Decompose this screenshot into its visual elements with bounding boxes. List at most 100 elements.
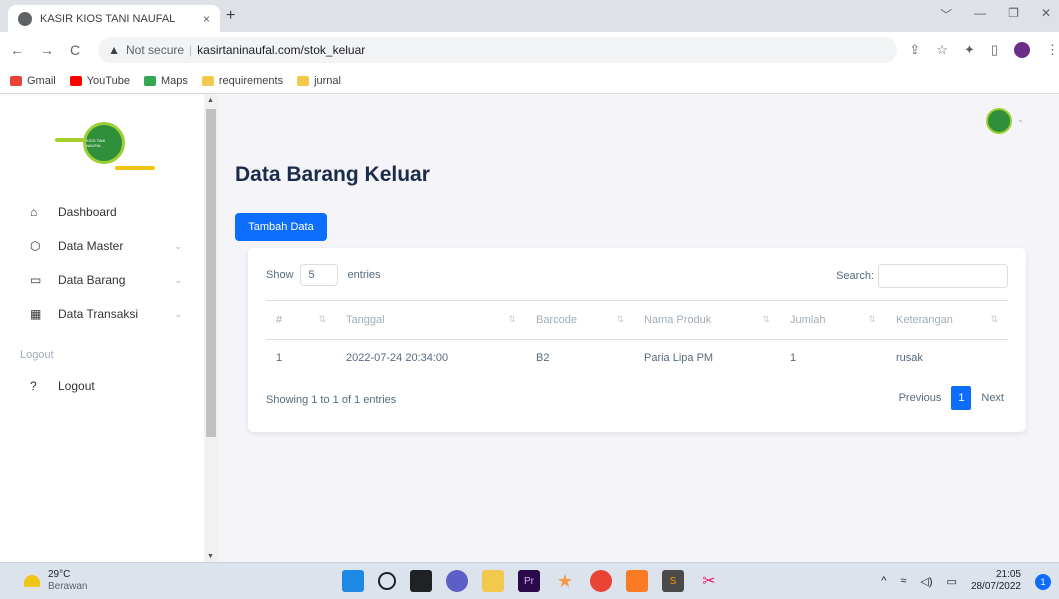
bookmark-star-icon[interactable]: ☆ bbox=[936, 42, 948, 58]
sidebar: KIOS TANI NAUFAL ⌂ Dashboard ⬡ Data Mast… bbox=[0, 95, 204, 562]
side-panel-icon[interactable]: ▯ bbox=[991, 42, 998, 58]
share-icon[interactable]: ⇪ bbox=[909, 42, 920, 58]
system-tray: ^ ≈ ◁) ▭ 21:05 28/07/2022 bbox=[881, 569, 1021, 593]
entries-length-control: Show 5 entries bbox=[266, 264, 381, 286]
address-bar-row: ← → C ▲ Not secure | kasirtaninaufal.com… bbox=[0, 32, 1059, 68]
omnibox[interactable]: ▲ Not secure | kasirtaninaufal.com/stok_… bbox=[98, 37, 898, 63]
avatar[interactable] bbox=[986, 108, 1012, 134]
premiere-icon[interactable]: Pr bbox=[518, 570, 540, 592]
cube-icon: ⬡ bbox=[30, 239, 41, 253]
sidebar-scrollbar[interactable]: ▲ ▼ bbox=[204, 95, 218, 562]
pagination-page-1[interactable]: 1 bbox=[951, 386, 972, 410]
column-header-number[interactable]: # ⇅ bbox=[266, 314, 336, 326]
extensions-icon[interactable]: ✦ bbox=[964, 42, 975, 58]
security-label[interactable]: Not secure bbox=[126, 43, 184, 57]
temperature: 29°C bbox=[48, 569, 71, 580]
grid-icon: ▦ bbox=[30, 307, 42, 321]
forward-button[interactable]: → bbox=[40, 42, 54, 58]
column-header-barcode[interactable]: Barcode ⇅ bbox=[526, 314, 634, 326]
column-header-jumlah[interactable]: Jumlah ⇅ bbox=[780, 314, 886, 326]
chat-icon[interactable] bbox=[446, 570, 468, 592]
weather-icon bbox=[24, 575, 40, 587]
sort-icon: ⇅ bbox=[616, 314, 624, 324]
restore-button[interactable]: ❐ bbox=[1008, 6, 1019, 23]
tab-search-icon[interactable]: ﹀ bbox=[940, 6, 952, 23]
globe-icon bbox=[18, 11, 32, 26]
sort-icon: ⇅ bbox=[762, 314, 770, 324]
bookmark-requirements[interactable]: requirements bbox=[201, 75, 283, 87]
sidebar-item-logout[interactable]: ? Logout bbox=[0, 369, 204, 403]
column-header-tanggal[interactable]: Tanggal ⇅ bbox=[336, 314, 526, 326]
logo[interactable]: KIOS TANI NAUFAL bbox=[55, 110, 155, 180]
add-data-button[interactable]: Tambah Data bbox=[235, 213, 327, 241]
back-button[interactable]: ← bbox=[10, 42, 24, 58]
star-app-icon[interactable]: ★ bbox=[554, 570, 576, 592]
sidebar-item-dashboard[interactable]: ⌂ Dashboard bbox=[0, 195, 204, 229]
xampp-icon[interactable] bbox=[626, 570, 648, 592]
pagination-previous[interactable]: Previous bbox=[895, 392, 946, 404]
nav-buttons: ← → C bbox=[10, 42, 80, 58]
column-header-keterangan[interactable]: Keterangan ⇅ bbox=[886, 314, 1008, 326]
sidebar-item-data-barang[interactable]: ▭ Data Barang ⌄ bbox=[0, 263, 204, 297]
table-cell: Paria Lipa PM bbox=[644, 352, 714, 364]
file-explorer-icon[interactable] bbox=[482, 570, 504, 592]
scrollbar-thumb[interactable] bbox=[206, 109, 216, 437]
profile-icon[interactable] bbox=[1014, 42, 1030, 58]
pagination: Previous 1 Next bbox=[895, 386, 1008, 410]
table-cell: 1 bbox=[276, 352, 283, 364]
table-cell: rusak bbox=[896, 352, 923, 364]
entries-label: entries bbox=[347, 269, 381, 281]
pagination-next[interactable]: Next bbox=[977, 392, 1008, 404]
search-icon[interactable] bbox=[378, 572, 396, 590]
tray-caret-icon[interactable]: ^ bbox=[881, 575, 886, 587]
chrome-icon[interactable] bbox=[590, 570, 612, 592]
youtube-icon bbox=[69, 75, 82, 86]
battery-icon[interactable]: ▭ bbox=[947, 575, 957, 588]
bookmark-youtube[interactable]: YouTube bbox=[69, 75, 130, 87]
clock[interactable]: 21:05 28/07/2022 bbox=[971, 569, 1021, 593]
clock-date: 28/07/2022 bbox=[970, 581, 1021, 592]
sort-icon: ⇅ bbox=[868, 314, 876, 324]
warning-icon[interactable]: ▲ bbox=[108, 43, 120, 57]
help-icon: ? bbox=[30, 379, 37, 393]
chevron-down-icon[interactable]: ⌄ bbox=[1017, 115, 1024, 124]
window-icon: ▭ bbox=[30, 273, 42, 287]
bookmark-gmail[interactable]: Gmail bbox=[10, 75, 56, 87]
notification-badge[interactable]: 1 bbox=[1035, 574, 1051, 590]
logo-stripe bbox=[115, 166, 155, 170]
sort-icon: ⇅ bbox=[318, 314, 326, 324]
taskbar-apps: Pr ★ S ✂ bbox=[342, 570, 720, 592]
sidebar-item-data-transaksi[interactable]: ▦ Data Transaksi ⌄ bbox=[0, 297, 204, 331]
scroll-up-arrow[interactable]: ▲ bbox=[207, 97, 214, 104]
close-window-button[interactable]: ✕ bbox=[1041, 6, 1051, 23]
bookmark-jurnal[interactable]: jurnal bbox=[297, 75, 341, 87]
snipping-icon[interactable]: ✂ bbox=[698, 570, 720, 592]
column-header-nama-produk[interactable]: Nama Produk ⇅ bbox=[634, 314, 780, 326]
minimize-button[interactable]: — bbox=[974, 6, 986, 23]
sidebar-item-label: Data Master bbox=[58, 239, 124, 253]
reload-button[interactable]: C bbox=[70, 42, 80, 58]
windows-start-icon[interactable] bbox=[342, 570, 364, 592]
browser-menu-icon[interactable]: ⋮ bbox=[1046, 42, 1059, 58]
sidebar-item-label: Data Transaksi bbox=[58, 307, 139, 321]
new-tab-button[interactable]: + bbox=[226, 7, 235, 25]
sublime-icon[interactable]: S bbox=[662, 570, 684, 592]
maps-icon bbox=[143, 75, 156, 86]
logo-badge: KIOS TANI NAUFAL bbox=[83, 122, 125, 164]
task-view-icon[interactable] bbox=[410, 570, 432, 592]
scroll-down-arrow[interactable]: ▼ bbox=[207, 553, 214, 560]
sort-icon: ⇅ bbox=[990, 314, 998, 324]
url-separator: | bbox=[189, 43, 193, 57]
sidebar-item-data-master[interactable]: ⬡ Data Master ⌄ bbox=[0, 229, 204, 263]
weather-widget[interactable]: 29°C Berawan bbox=[24, 569, 87, 593]
tab-kasir[interactable]: KASIR KIOS TANI NAUFAL × bbox=[8, 5, 220, 32]
volume-icon[interactable]: ◁) bbox=[920, 575, 932, 588]
table-cell: B2 bbox=[536, 352, 550, 364]
sidebar-item-label: Data Barang bbox=[58, 273, 126, 287]
close-tab-icon[interactable]: × bbox=[203, 12, 210, 26]
bookmark-maps[interactable]: Maps bbox=[143, 75, 188, 87]
url-text[interactable]: kasirtaninaufal.com/stok_keluar bbox=[197, 43, 365, 57]
entries-select[interactable]: 5 bbox=[299, 264, 338, 286]
search-input[interactable] bbox=[878, 264, 1008, 288]
wifi-icon[interactable]: ≈ bbox=[900, 575, 906, 587]
